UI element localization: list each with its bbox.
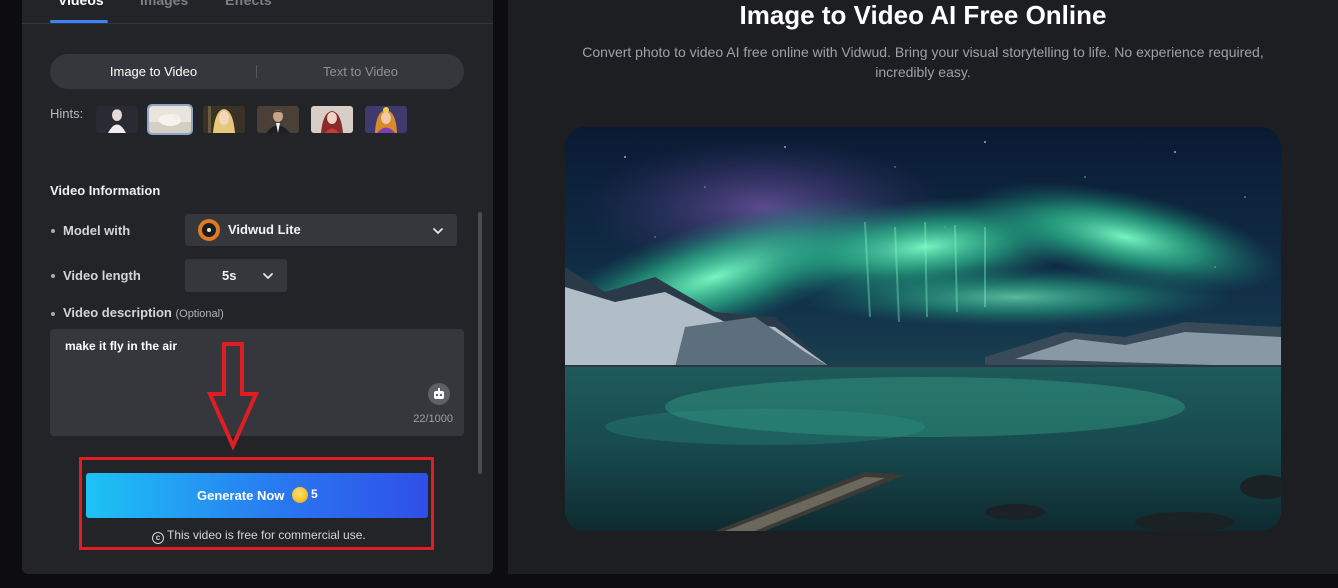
chevron-down-icon bbox=[433, 228, 443, 234]
aurora-landscape-image bbox=[565, 127, 1281, 531]
bullet-length bbox=[51, 274, 55, 278]
bullet-description bbox=[51, 312, 55, 316]
length-select[interactable]: 5s bbox=[185, 259, 287, 292]
tab-effects[interactable]: Effects bbox=[225, 0, 272, 8]
model-selected-value: Vidwud Lite bbox=[228, 222, 301, 237]
preview-image bbox=[565, 127, 1281, 531]
hint-image-3 bbox=[203, 106, 245, 133]
tab-videos[interactable]: Videos bbox=[58, 0, 104, 8]
hint-image-6 bbox=[365, 106, 407, 133]
description-label-text: Video description bbox=[63, 305, 172, 320]
commercial-use-text: This video is free for commercial use. bbox=[167, 528, 366, 542]
hint-thumbnail-4[interactable] bbox=[257, 106, 299, 133]
hint-thumbnail-1[interactable] bbox=[96, 106, 138, 133]
mode-switch: Image to Video Text to Video bbox=[50, 54, 464, 89]
bullet-model bbox=[51, 229, 55, 233]
hint-thumbnail-3[interactable] bbox=[203, 106, 245, 133]
hint-image-5 bbox=[311, 106, 353, 133]
hint-thumbnail-2[interactable] bbox=[147, 104, 193, 135]
robot-icon bbox=[434, 388, 444, 399]
panel-scrollbar[interactable] bbox=[478, 212, 482, 474]
coin-icon bbox=[292, 487, 308, 503]
chevron-down-icon bbox=[263, 273, 273, 279]
description-optional: (Optional) bbox=[175, 308, 224, 320]
mode-text-to-video[interactable]: Text to Video bbox=[257, 54, 464, 89]
hint-image-4 bbox=[257, 106, 299, 133]
video-information-title: Video Information bbox=[50, 183, 161, 198]
page: Videos Images Effects Image to Video Tex… bbox=[0, 0, 1338, 588]
length-label: Video length bbox=[63, 268, 141, 283]
preview-panel: Image to Video AI Free Online Convert ph… bbox=[508, 0, 1338, 574]
hint-thumbnail-5[interactable] bbox=[311, 106, 353, 133]
char-count: 22/1000 bbox=[413, 413, 453, 425]
ai-prompt-button[interactable] bbox=[428, 383, 450, 405]
description-value: make it fly in the air bbox=[65, 339, 178, 353]
length-selected-value: 5s bbox=[222, 268, 237, 283]
commercial-use-note: c This video is free for commercial use. bbox=[152, 528, 366, 544]
model-label: Model with bbox=[63, 223, 131, 238]
active-tab-indicator bbox=[50, 20, 108, 23]
copyright-icon: c bbox=[152, 532, 164, 544]
hint-image-1 bbox=[96, 106, 138, 133]
generate-cost: 5 bbox=[311, 487, 318, 501]
model-select[interactable]: Vidwud Lite bbox=[185, 214, 457, 246]
generate-label: Generate Now bbox=[197, 488, 285, 503]
down-arrow-annotation-icon bbox=[207, 342, 259, 450]
page-title: Image to Video AI Free Online bbox=[739, 0, 1107, 30]
hint-image-2 bbox=[149, 106, 191, 133]
mode-image-to-video[interactable]: Image to Video bbox=[50, 54, 257, 89]
hints-label: Hints: bbox=[50, 106, 84, 121]
description-label: Video description (Optional) bbox=[63, 305, 224, 320]
tab-images[interactable]: Images bbox=[140, 0, 188, 8]
page-subtitle: Convert photo to video AI free online wi… bbox=[582, 44, 1264, 80]
hint-thumbnail-6[interactable] bbox=[365, 106, 407, 133]
generate-now-button[interactable]: Generate Now 5 bbox=[86, 473, 428, 518]
top-tabs: Videos Images Effects bbox=[22, 0, 493, 24]
vidwud-logo-icon bbox=[198, 219, 220, 241]
